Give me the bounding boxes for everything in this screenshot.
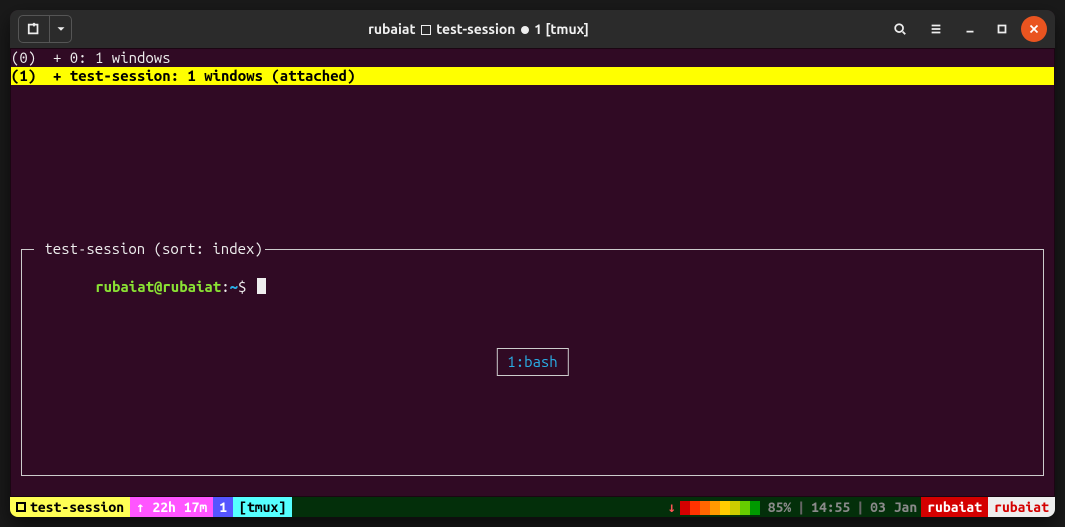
hamburger-menu-button[interactable] — [921, 16, 951, 42]
status-user-secondary: rubaiat — [988, 497, 1055, 517]
search-button[interactable] — [885, 16, 915, 42]
maximize-button[interactable] — [989, 16, 1015, 42]
new-tab-combo[interactable] — [18, 15, 72, 43]
status-uptime-segment: ↑ 22h 17m — [130, 497, 213, 517]
status-uptime: 22h 17m — [152, 497, 207, 517]
tmux-status-bar: test-session ↑ 22h 17m 1 [tmux] ↓ 85% | … — [10, 497, 1055, 517]
status-date: 03 Jan — [870, 497, 917, 517]
prompt-user: rubaiat@rubaiat — [95, 278, 221, 295]
minimize-button[interactable] — [957, 16, 983, 42]
title-square-icon — [421, 25, 431, 35]
title-window: 1 [tmux] — [534, 21, 589, 37]
status-battery: 85% — [768, 497, 792, 517]
status-time: 14:55 — [811, 497, 850, 517]
status-right-cluster: ↓ 85% | 14:55 | 03 Jan rubaiatrubaiat — [667, 497, 1055, 517]
status-window-index[interactable]: 1 — [213, 497, 233, 517]
session-square-icon — [16, 502, 26, 512]
status-user-primary: rubaiat — [921, 497, 988, 517]
title-user: rubaiat — [368, 21, 415, 37]
terminal-window: rubaiat test-session 1 [tmux] — [10, 10, 1055, 517]
new-tab-dropdown-icon[interactable] — [49, 16, 71, 42]
battery-colorbar-icon — [680, 500, 760, 514]
preview-window-tag: 1:bash — [496, 348, 568, 376]
title-dot-icon — [521, 26, 529, 34]
uptime-arrow-icon: ↑ — [136, 497, 144, 517]
download-arrow-icon: ↓ — [667, 497, 675, 517]
status-session-name: test-session — [30, 497, 124, 517]
session-list[interactable]: (0) + 0: 1 windows(1) + test-session: 1 … — [11, 49, 1054, 85]
title-session: test-session — [436, 21, 515, 37]
session-preview-pane: test-session (sort: index) rubaiat@rubai… — [21, 249, 1044, 476]
titlebar: rubaiat test-session 1 [tmux] — [10, 10, 1055, 48]
session-row-selected[interactable]: (1) + test-session: 1 windows (attached) — [11, 67, 1054, 85]
status-window-name[interactable]: [tmux] — [233, 497, 292, 517]
shell-prompt: rubaiat@rubaiat:~$ — [28, 260, 266, 314]
prompt-path: ~ — [230, 278, 238, 295]
window-title: rubaiat test-session 1 [tmux] — [72, 21, 885, 37]
new-tab-button[interactable] — [19, 16, 49, 42]
cursor-icon — [257, 278, 266, 294]
status-session-segment: test-session — [10, 497, 130, 517]
close-button[interactable] — [1021, 16, 1047, 42]
terminal-body[interactable]: (0) + 0: 1 windows(1) + test-session: 1 … — [10, 48, 1055, 497]
session-row[interactable]: (0) + 0: 1 windows — [11, 49, 1054, 67]
preview-caption: test-session (sort: index) — [34, 240, 265, 258]
